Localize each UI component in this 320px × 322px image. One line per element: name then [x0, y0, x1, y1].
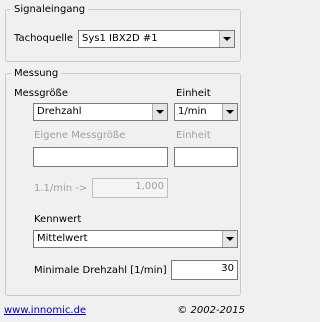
tachoquelle-value: Sys1 IBX2D #1 — [82, 33, 158, 44]
minimale-drehzahl-label: Minimale Drehzahl [1/min] — [34, 265, 167, 276]
chevron-down-icon[interactable] — [219, 31, 234, 47]
copyright-text: © 2002-2015 — [177, 305, 245, 316]
einheit2-input[interactable] — [174, 147, 238, 167]
innomic-link[interactable]: www.innomic.de — [4, 305, 86, 316]
tachoquelle-select[interactable]: Sys1 IBX2D #1 — [78, 30, 235, 48]
chevron-down-icon[interactable] — [222, 104, 237, 120]
minimale-drehzahl-input[interactable]: 30 — [171, 260, 238, 280]
messung-legend: Messung — [14, 68, 59, 79]
factor-value: 1,000 — [135, 181, 164, 192]
kennwert-select[interactable]: Mittelwert — [33, 230, 238, 248]
chevron-down-icon[interactable] — [222, 231, 237, 247]
chevron-down-icon[interactable] — [152, 104, 167, 120]
messgroesse-label: Messgröße — [14, 88, 69, 99]
eigene-messgroesse-input[interactable] — [33, 147, 168, 167]
kennwert-value: Mittelwert — [37, 233, 88, 244]
minimale-drehzahl-value: 30 — [221, 263, 234, 274]
messgroesse-value: Drehzahl — [37, 106, 82, 117]
kennwert-label: Kennwert — [34, 214, 82, 225]
einheit-label: Einheit — [176, 88, 211, 99]
messgroesse-select[interactable]: Drehzahl — [33, 103, 168, 121]
einheit-value: 1/min — [178, 106, 207, 117]
einheit-select[interactable]: 1/min — [174, 103, 238, 121]
factor-input[interactable]: 1,000 — [92, 178, 168, 198]
factor-label: 1.1/min -> — [34, 183, 88, 194]
settings-panel: Signaleingang Tachoquelle Sys1 IBX2D #1 … — [0, 0, 247, 322]
eigene-messgroesse-label: Eigene Messgröße — [34, 130, 126, 141]
einheit2-label: Einheit — [176, 130, 211, 141]
tachoquelle-label: Tachoquelle — [14, 33, 74, 44]
signaleingang-legend: Signaleingang — [14, 4, 86, 15]
